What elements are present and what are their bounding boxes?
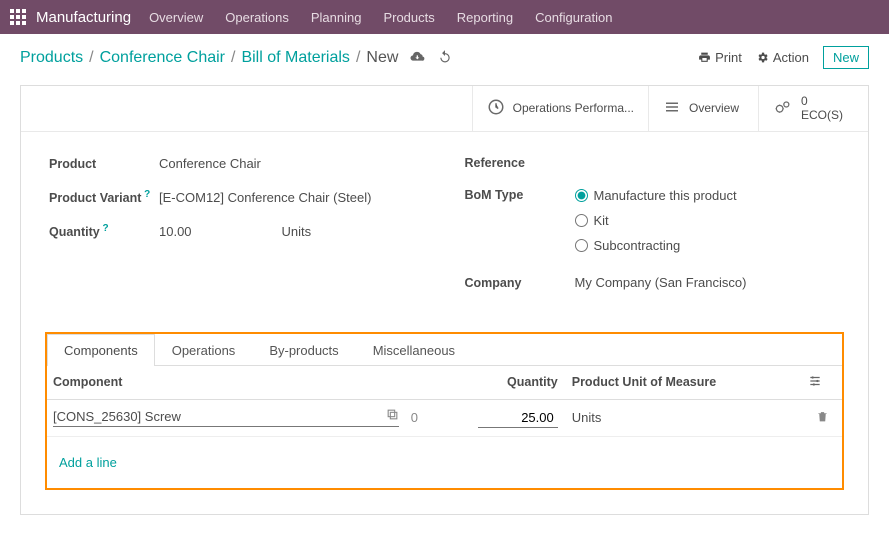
th-component: Component [47,366,405,400]
breadcrumb-current: New [366,49,398,67]
breadcrumb-products[interactable]: Products [20,49,83,67]
cell-uom[interactable]: Units [564,399,803,436]
cell-seq: 0 [405,399,453,436]
add-line-link[interactable]: Add a line [53,445,836,480]
clock-icon [487,98,505,119]
print-button[interactable]: Print [698,50,742,65]
th-settings[interactable] [802,366,842,400]
print-label: Print [715,50,742,65]
form-right-col: Reference BoM Type Manufacture this prod… [465,156,841,308]
bars-icon [663,98,681,119]
components-table: Component Quantity Product Unit of Measu… [47,366,842,488]
nav-products[interactable]: Products [383,10,434,25]
breadcrumb-bom[interactable]: Bill of Materials [241,49,349,67]
action-label: Action [773,50,809,65]
label-variant: Product Variant ? [49,189,159,205]
th-uom: Product Unit of Measure [564,366,803,400]
nav-planning[interactable]: Planning [311,10,362,25]
quantity-input[interactable] [478,408,558,428]
navbar: Manufacturing Overview Operations Planni… [0,0,889,34]
label-reference: Reference [465,156,575,170]
value-quantity-unit[interactable]: Units [282,224,312,239]
nav-overview[interactable]: Overview [149,10,203,25]
bomtype-subcontracting[interactable]: Subcontracting [575,238,737,253]
stat-overview[interactable]: Overview [648,86,758,131]
stat-operations-performance[interactable]: Operations Performa... [472,86,648,131]
breadcrumb: Products / Conference Chair / Bill of Ma… [20,49,452,67]
value-quantity[interactable]: 10.00 [159,224,192,239]
gears-icon [773,98,793,119]
table-row: [CONS_25630] Screw 0 Units [47,399,842,436]
app-name[interactable]: Manufacturing [36,9,131,26]
new-button[interactable]: New [823,46,869,69]
tab-components[interactable]: Components [47,334,155,366]
tabs: Components Operations By-products Miscel… [47,334,842,366]
components-highlight-box: Components Operations By-products Miscel… [45,332,844,490]
copy-icon[interactable] [386,408,399,424]
delete-icon[interactable] [816,411,829,426]
value-company[interactable]: My Company (San Francisco) [575,275,747,290]
th-quantity: Quantity [452,366,563,400]
cloud-save-icon[interactable] [410,49,426,66]
label-company: Company [465,276,575,290]
stat-bar: Operations Performa... Overview 0 ECO(S) [21,86,868,132]
bomtype-radio-group: Manufacture this product Kit Subcontract… [575,188,737,253]
stat-ecos[interactable]: 0 ECO(S) [758,86,868,131]
nav-reporting[interactable]: Reporting [457,10,513,25]
label-product: Product [49,157,159,171]
tab-miscellaneous[interactable]: Miscellaneous [356,334,472,366]
nav-configuration[interactable]: Configuration [535,10,612,25]
value-product[interactable]: Conference Chair [159,156,261,171]
bomtype-kit[interactable]: Kit [575,213,737,228]
tab-by-products[interactable]: By-products [252,334,355,366]
nav-operations[interactable]: Operations [225,10,289,25]
value-variant[interactable]: [E-COM12] Conference Chair (Steel) [159,190,371,205]
form-left-col: Product Conference Chair Product Variant… [49,156,425,308]
bomtype-manufacture[interactable]: Manufacture this product [575,188,737,203]
breadcrumb-conference-chair[interactable]: Conference Chair [100,49,225,67]
action-button[interactable]: Action [756,50,809,65]
label-bomtype: BoM Type [465,188,575,202]
control-bar: Products / Conference Chair / Bill of Ma… [0,34,889,75]
cell-component[interactable]: [CONS_25630] Screw [53,409,181,424]
apps-icon[interactable] [10,9,26,25]
discard-icon[interactable] [438,49,452,66]
form-sheet: Operations Performa... Overview 0 ECO(S) [20,85,869,515]
sliders-icon [808,376,822,391]
tab-operations[interactable]: Operations [155,334,253,366]
label-quantity: Quantity ? [49,223,159,239]
